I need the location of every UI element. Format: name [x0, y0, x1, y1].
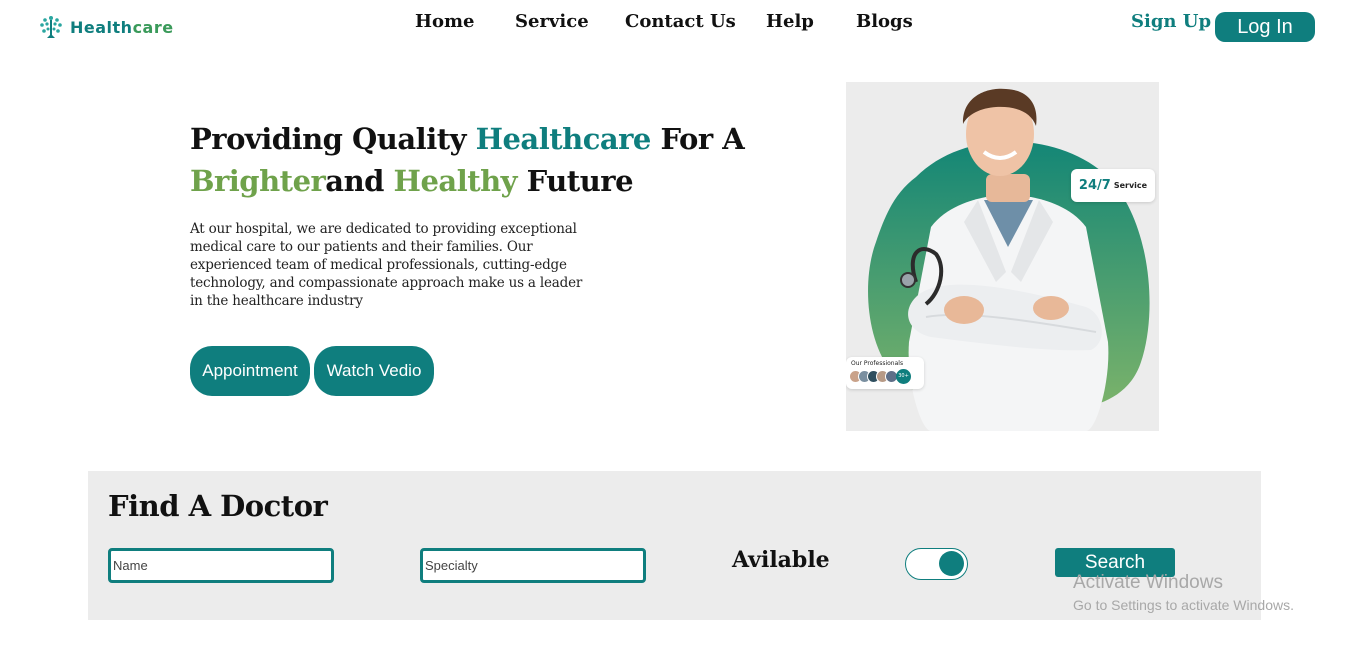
activate-windows-subtitle: Go to Settings to activate Windows.: [1073, 597, 1294, 613]
nav-blogs[interactable]: Blogs: [856, 11, 913, 32]
hero-description: At our hospital, we are dedicated to pro…: [190, 221, 583, 309]
sign-up-link[interactable]: Sign Up: [1131, 11, 1211, 32]
find-doctor-title: Find A Doctor: [108, 489, 328, 523]
watch-video-button[interactable]: Watch Vedio: [314, 346, 434, 396]
activate-windows-title: Activate Windows: [1073, 572, 1223, 593]
log-in-button[interactable]: Log In: [1215, 12, 1315, 42]
nav-service[interactable]: Service: [515, 11, 589, 32]
hero-title: Providing Quality Healthcare For A Brigh…: [190, 122, 745, 198]
nav-home[interactable]: Home: [415, 11, 475, 32]
specialty-input[interactable]: [420, 548, 646, 583]
professionals-badge: Our Professionals 30+: [846, 357, 924, 389]
professionals-avatars: 30+: [849, 369, 911, 384]
professionals-count: 30+: [896, 369, 911, 384]
appointment-button[interactable]: Appointment: [190, 346, 310, 396]
nav-contact-us[interactable]: Contact Us: [625, 11, 736, 32]
nav-help[interactable]: Help: [766, 11, 814, 32]
name-input[interactable]: [108, 548, 334, 583]
available-label: Avilable: [732, 547, 830, 573]
toggle-knob: [939, 551, 964, 576]
available-toggle[interactable]: [905, 548, 968, 580]
hero-doctor-image: 24/7 Service Our Professionals 30+: [846, 82, 1159, 431]
service-247-badge: 24/7 Service: [1071, 169, 1155, 202]
